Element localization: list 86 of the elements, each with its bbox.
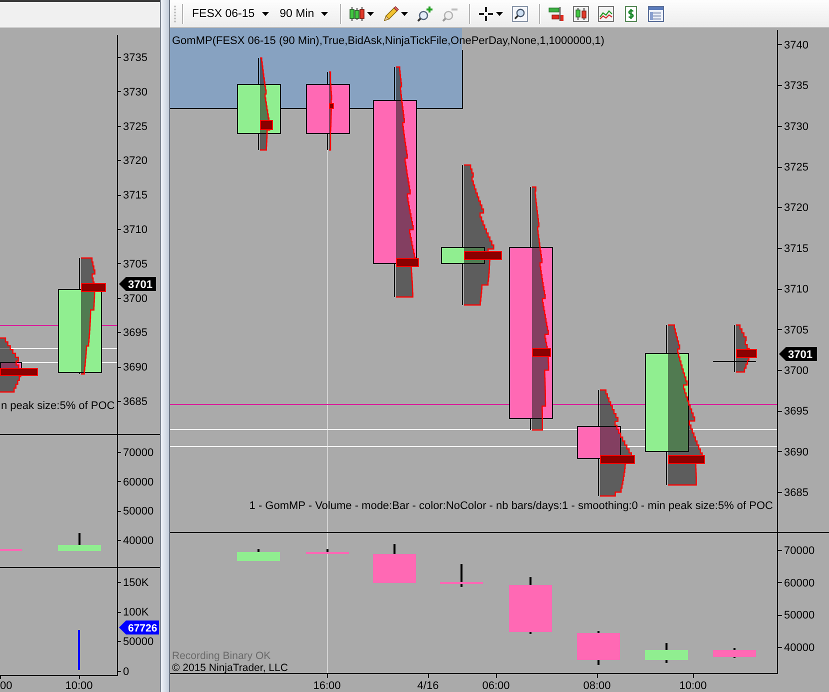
axis-label: 3735	[123, 52, 148, 64]
zoom-out-icon	[442, 6, 458, 22]
candlestick	[712, 324, 756, 372]
axis-label: 3690	[784, 446, 808, 458]
form-icon	[648, 6, 664, 22]
axis-label: 3705	[784, 324, 808, 336]
volume-candle	[645, 643, 688, 663]
price-marker: 3701	[779, 347, 817, 361]
time-label: 4/16	[417, 680, 439, 692]
poc-bar	[600, 455, 635, 464]
indicator-label: 1 - GomMP - Volume - mode:Bar - color:NoColor - nb bars/days:1 - smoothing:0 - min peak size:5% of POC	[249, 500, 773, 512]
volume-candle	[373, 544, 416, 583]
axis-label: 3685	[784, 487, 808, 500]
axis-label: 60000	[784, 577, 815, 590]
zoom-in-icon	[417, 6, 434, 22]
bars-icon	[548, 6, 564, 22]
time-label: 16:00	[313, 680, 341, 692]
grip-icon	[173, 4, 177, 22]
axis-label: 70000	[784, 545, 815, 557]
volume-candle	[713, 648, 756, 658]
axis-label: 150K	[123, 577, 149, 589]
indicator-title: GomMP(FESX 06-15 (90 Min),True,BidAsk,NinjaTickFile,OnePerDay,None,1,1000000,1)	[172, 35, 604, 47]
poc-bar	[532, 348, 551, 357]
volume-marker: 67726	[119, 620, 159, 634]
axis-label: 3700	[123, 292, 148, 305]
crosshair-icon	[478, 6, 494, 22]
axis-label: 0	[123, 666, 130, 676]
poc-bar	[396, 258, 419, 267]
axis-label: 3720	[784, 202, 808, 214]
caret-icon	[321, 12, 328, 16]
axis-label: 3690	[123, 362, 148, 374]
volume-candle	[509, 577, 552, 634]
axis-label: 70000	[123, 447, 154, 459]
pencil-icon	[383, 6, 400, 22]
volume-candle	[58, 533, 101, 551]
poc-bar	[668, 455, 705, 464]
axis-label: 3715	[784, 242, 808, 255]
axis-label: 3740	[784, 39, 808, 52]
candlestick-chart-icon	[573, 6, 590, 22]
price-marker: 3701	[119, 277, 156, 291]
poc-bar	[736, 349, 757, 358]
axis-label: 50000	[123, 506, 154, 518]
interval-dropdown[interactable]: 90 Min	[276, 2, 332, 24]
axis-label: 50000	[123, 636, 154, 648]
axis-label: 100K	[123, 606, 149, 619]
axis-label: 50000	[784, 610, 815, 622]
time-label: 00	[0, 680, 12, 692]
indicator-label: n peak size:5% of POC	[1, 400, 115, 412]
poc-bar	[329, 103, 334, 109]
axis-label: 3720	[123, 155, 148, 168]
axis-label: 3710	[123, 224, 148, 236]
axis-label: 3710	[784, 284, 808, 296]
time-label: 10:00	[65, 680, 93, 692]
volume-candle	[440, 564, 483, 587]
time-label: 10:00	[679, 680, 707, 692]
candlestick-icon	[349, 6, 366, 22]
axis-label: 3695	[784, 406, 808, 418]
axis-label: 3685	[123, 396, 148, 408]
axis-label: 3695	[123, 327, 148, 340]
time-label: 08:00	[583, 680, 611, 692]
poc-bar	[81, 283, 106, 292]
axis-label: 3705	[123, 258, 148, 270]
axis-label: 3715	[123, 190, 148, 202]
axis-label: 40000	[784, 642, 815, 654]
magnifier-icon	[512, 6, 528, 22]
volume-candle	[237, 549, 280, 561]
volume-candle	[306, 549, 349, 554]
poc-bar	[0, 368, 38, 376]
line-chart-icon	[598, 6, 614, 22]
axis-label: 40000	[123, 534, 154, 547]
axis-label: 3730	[784, 120, 808, 133]
axis-label: 60000	[123, 476, 154, 488]
copyright-text: © 2015 NinjaTrader, LLC	[172, 662, 288, 674]
axis-label: 3730	[123, 86, 148, 98]
axis-label: 3725	[784, 162, 808, 174]
axis-label: 3700	[784, 365, 808, 377]
instrument-dropdown[interactable]: FESX 06-15	[188, 2, 273, 24]
poc-bar	[464, 251, 502, 260]
axis-label: 3735	[784, 80, 808, 92]
volume-candle	[577, 631, 620, 665]
time-label: 06:00	[482, 680, 510, 692]
poc-bar	[260, 120, 273, 130]
caret-icon	[262, 12, 269, 16]
dollar-icon	[623, 6, 640, 22]
status-text: Recording Binary OK	[172, 650, 271, 662]
axis-label: 3725	[123, 120, 148, 133]
